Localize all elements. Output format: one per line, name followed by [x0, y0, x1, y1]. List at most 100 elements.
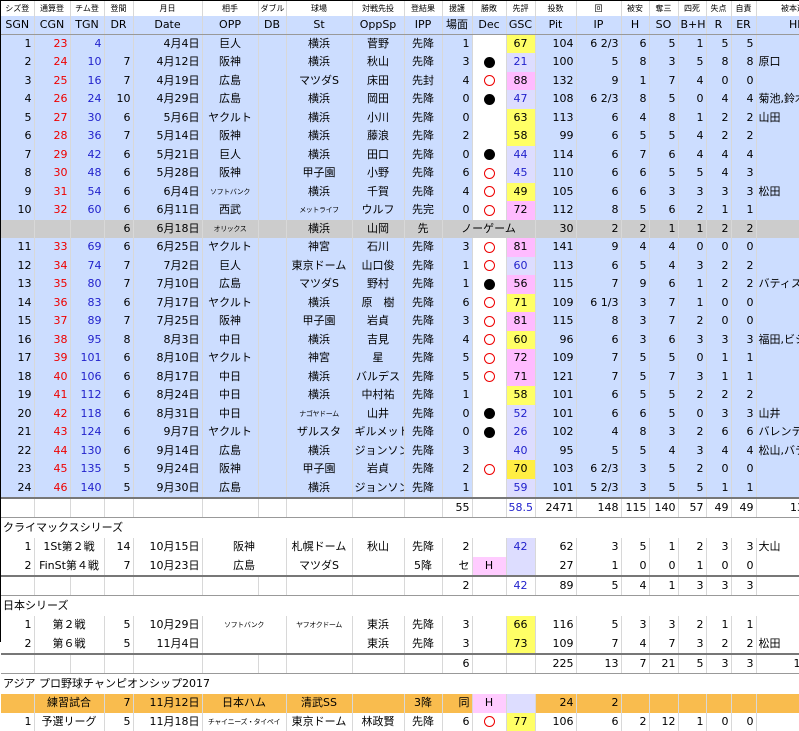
cell-so: 4 [649, 442, 678, 461]
cell-date: 5月21日 [133, 146, 202, 165]
game-row: 194111268月24日中日横浜中村祐先降158101655222 [1, 386, 799, 405]
cell-oppsp: ジョンソン [352, 442, 404, 461]
cell-tgn: 42 [70, 146, 104, 165]
cell-db [258, 442, 286, 461]
cell-h: 2 [621, 713, 649, 731]
cell-pit: 100 [535, 53, 576, 72]
cell-st: 東京ドーム [286, 257, 352, 276]
cell-r: 8 [706, 53, 731, 72]
header-cell: IP [576, 16, 621, 35]
loss-marker [484, 371, 495, 382]
cell-db [258, 220, 286, 239]
header-cell: Dec [472, 16, 506, 35]
header-cell-jp: 援護 [442, 1, 472, 16]
cell-empty [104, 576, 133, 596]
cell-st: 横浜 [286, 183, 352, 202]
cell-er: 3 [731, 183, 756, 202]
cell-hr [756, 220, 799, 239]
cell-sup: 0 [442, 423, 472, 442]
cell-sgn: 1 [1, 713, 34, 731]
cell-r: 2 [706, 275, 731, 294]
cell-dec [472, 183, 506, 202]
cell-cgn: 41 [34, 386, 70, 405]
cell-opp: 巨人 [202, 35, 258, 54]
cell-hr [756, 349, 799, 368]
header-cell: TGN [70, 16, 104, 35]
total-er: 3 [731, 654, 756, 674]
cell-dr: 7 [104, 312, 133, 331]
cell-sgn: 4 [1, 90, 34, 109]
cell-st: ザルスタ [286, 423, 352, 442]
cell-cgn: 26 [34, 90, 70, 109]
cell-dr: 6 [104, 349, 133, 368]
cell-tgn: 36 [70, 127, 104, 146]
cell-bh: 1 [678, 294, 706, 313]
cell-opp: 日本ハム [202, 694, 286, 713]
cell-dr: 6 [104, 201, 133, 220]
cell-ip: 6 [576, 331, 621, 350]
header-cell-jp: チム登 [70, 1, 104, 16]
cell-pit: 115 [535, 312, 576, 331]
cell-h: 8 [621, 53, 649, 72]
cell-ip: 6 [576, 257, 621, 276]
cell-gsc: 42 [506, 538, 535, 557]
header-cell: IPP [404, 16, 442, 35]
cell-ipp: 先降 [404, 442, 442, 461]
cell-ipp: 先 [404, 220, 442, 239]
cell-dec [472, 460, 506, 479]
cell-dr: 6 [104, 183, 133, 202]
cell-opp: ヤクルト [202, 349, 258, 368]
cell-pit: 30 [535, 220, 576, 239]
cell-cgn: 42 [34, 405, 70, 424]
cell-tgn: 48 [70, 164, 104, 183]
cell-er: 6 [731, 423, 756, 442]
cell-er: 4 [731, 442, 756, 461]
cell-date: 9月30日 [133, 479, 202, 498]
cell-tgn: 106 [70, 368, 104, 387]
header-cell: 場面 [442, 16, 472, 35]
cell-oppsp: ジョンソン [352, 479, 404, 498]
cell-dr: 6 [104, 442, 133, 461]
cell-tgn: 140 [70, 479, 104, 498]
cell-tgn: 130 [70, 442, 104, 461]
cell-dec: H [472, 694, 506, 713]
cell-ip: 6 2/3 [576, 90, 621, 109]
cell-st: マツダS [286, 275, 352, 294]
cell-oppsp: バルデス [352, 368, 404, 387]
cell-db [258, 331, 286, 350]
cell-sgn: 23 [1, 460, 34, 479]
cell-opp: 阪神 [202, 312, 258, 331]
cell-oppsp: 東浜 [352, 616, 404, 635]
cell-pit: 108 [535, 90, 576, 109]
game-row: 234513559月24日阪神甲子園岩貞先降2701036 2/335200 [1, 460, 799, 479]
header-cell: GSC [506, 16, 535, 35]
header-cell: CGN [34, 16, 70, 35]
cell-r: 3 [706, 183, 731, 202]
cell-so: 5 [649, 90, 678, 109]
cell-date: 4月12日 [133, 53, 202, 72]
header-row: SGNCGNTGNDRDateOPPDBStOppSpIPP場面DecGSCPi… [1, 16, 799, 35]
cell-ipp: 先降 [404, 294, 442, 313]
loss-marker [484, 205, 495, 216]
cell-dr: 6 [104, 386, 133, 405]
header-cell: HR [756, 16, 799, 35]
cell-r: 2 [706, 127, 731, 146]
cell-oppsp: 床田 [352, 72, 404, 91]
cell-empty [133, 654, 202, 674]
cell-sgn: 9 [1, 183, 34, 202]
cell-so: 4 [649, 238, 678, 257]
cell-so: 1 [649, 538, 678, 557]
cell-sgn: 2 [1, 557, 34, 576]
cell-pit: 105 [535, 183, 576, 202]
cell-ipp: 先降 [404, 635, 442, 654]
cell-bh: 3 [678, 635, 706, 654]
cell-gsc: 44 [506, 146, 535, 165]
cell-oppsp: 星 [352, 349, 404, 368]
cell-dr: 6 [104, 405, 133, 424]
game-row: 11336966月25日ヤクルト神宮石川先降381141944000 [1, 238, 799, 257]
cell-pit: 121 [535, 368, 576, 387]
total-pit: 2471 [535, 498, 576, 518]
cell-r: 1 [706, 616, 731, 635]
cell-cgn: 29 [34, 146, 70, 165]
cell-sgn: 10 [1, 201, 34, 220]
